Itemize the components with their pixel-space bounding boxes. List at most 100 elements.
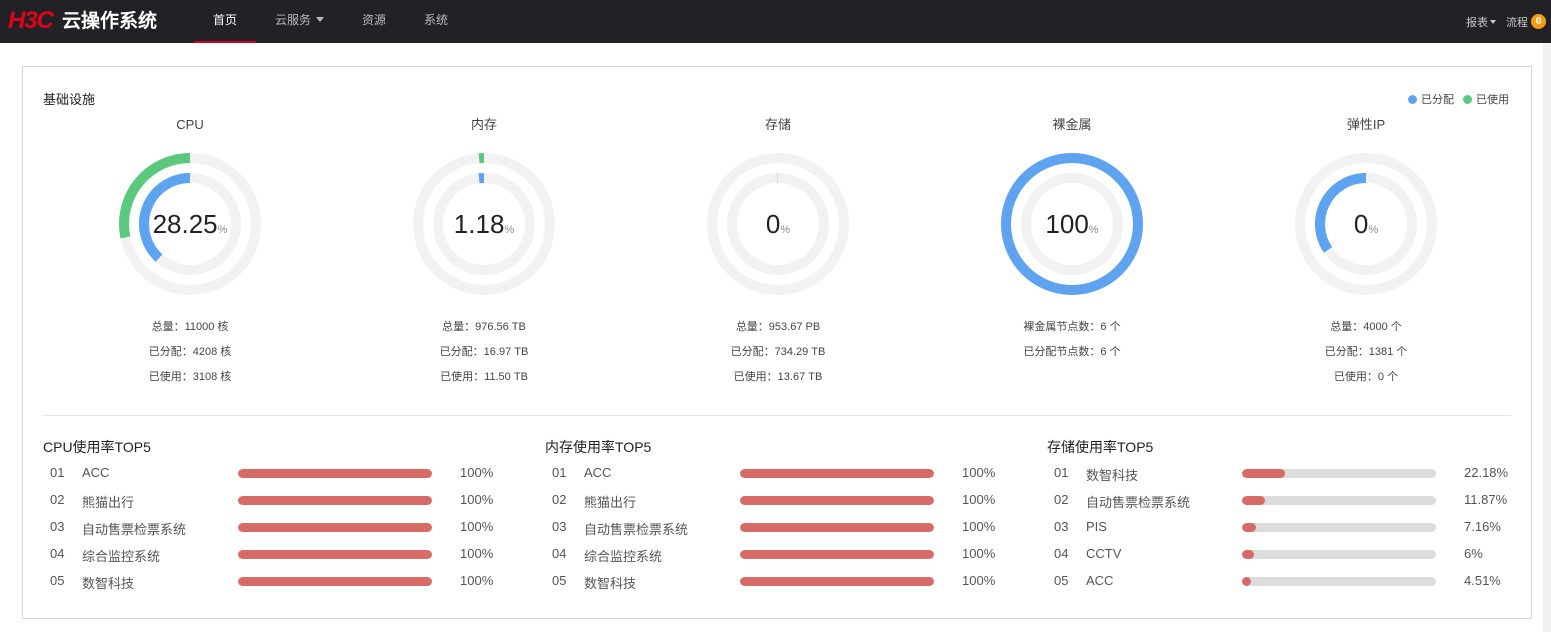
row-rank: 04	[1054, 546, 1069, 561]
row-name: 自动售票检票系统	[82, 522, 187, 537]
row-rank: 02	[1054, 492, 1069, 507]
usage-bar-track	[740, 550, 934, 559]
gauge-title: 裸金属	[1052, 117, 1092, 132]
gauge-stat-line: 总量：953.67 PB	[735, 321, 821, 333]
reports-label: 报表	[1466, 16, 1488, 29]
gauge-unit: %	[1089, 224, 1099, 236]
row-percent: 100%	[460, 465, 494, 480]
gauge-card: 内存 1.18% 总量：976.56 TB 已分配：16.97 TB 已使用：11.50…	[364, 115, 604, 390]
row-percent: 100%	[460, 519, 494, 534]
usage-bar-fill	[238, 550, 432, 559]
top5-list: 存储使用率TOP5 01 数智科技 22.18% 02 自动售票检票系统 11.87% 03 P…	[1047, 437, 1517, 592]
top5-row[interactable]: 01 ACC 100%	[43, 457, 513, 484]
usage-bar-fill	[740, 550, 934, 559]
row-name: 数智科技	[584, 576, 637, 591]
gauge-percent: 1.18%	[454, 209, 515, 239]
top5-row[interactable]: 05 数智科技 100%	[545, 565, 1015, 592]
caret-down-icon	[1490, 19, 1496, 24]
gauge-unit: %	[780, 224, 790, 236]
gauge-stat-line: 已使用：13.67 TB	[733, 371, 823, 383]
row-rank: 02	[50, 492, 65, 507]
caret-down-icon	[316, 17, 325, 22]
top5-row[interactable]: 03 PIS 7.16%	[1047, 511, 1517, 538]
top5-row[interactable]: 03 自动售票检票系统 100%	[545, 511, 1015, 538]
usage-bar-track	[238, 523, 432, 532]
usage-bar-fill	[238, 496, 432, 505]
nav-cloud-services[interactable]: 云服务	[256, 0, 343, 43]
legend-used: 已使用	[1463, 91, 1509, 107]
gauge-card: CPU 28.25% 总量：11000 核已分配：4208 核已使用：3108 核	[70, 115, 310, 390]
row-rank: 04	[552, 546, 567, 561]
top5-row[interactable]: 01 ACC 100%	[545, 457, 1015, 484]
row-rank: 01	[50, 465, 65, 480]
gauge-percent: 28.25%	[153, 209, 228, 239]
usage-bar-fill	[238, 577, 432, 586]
gauge-percent: 0%	[766, 209, 790, 239]
top5-row[interactable]: 02 熊猫出行 100%	[43, 484, 513, 511]
row-name: 熊猫出行	[584, 495, 637, 510]
donut-gauge: 0%	[707, 153, 849, 295]
usage-bar-track	[238, 469, 432, 478]
gauge-stat-line: 已分配：16.97 TB	[439, 346, 529, 358]
row-name: 自动售票检票系统	[1086, 495, 1191, 510]
donut-gauge: 100%	[1001, 153, 1143, 295]
gauge-value: 1.18	[454, 209, 505, 239]
gauge-stat-line: 已分配节点数：6 个	[1023, 346, 1121, 358]
donut-gauge: 1.18%	[413, 153, 555, 295]
nav-system[interactable]: 系统	[405, 0, 467, 43]
usage-bar-track	[1242, 550, 1436, 559]
top5-list: CPU使用率TOP5 01 ACC 100% 02 熊猫出行 100% 03 自动售票检票系统 1…	[43, 437, 513, 592]
row-rank: 05	[552, 573, 567, 588]
h3c-logo[interactable]: H3C 云操作系统	[8, 9, 157, 33]
page-scrollbar[interactable]	[1543, 43, 1551, 632]
row-name: 综合监控系统	[584, 549, 663, 564]
used-dot-icon	[1463, 94, 1472, 104]
usage-bar-fill	[740, 577, 934, 586]
gauge-stat-line: 总量：4000 个	[1330, 321, 1402, 333]
gauge-percent: 100%	[1045, 209, 1098, 239]
top5-row[interactable]: 05 ACC 4.51%	[1047, 565, 1517, 592]
legend-allocated: 已分配	[1408, 91, 1454, 107]
gauge-title: 存储	[764, 117, 791, 132]
row-percent: 100%	[962, 519, 996, 534]
workflow-menu[interactable]: 流程 0	[1506, 14, 1546, 30]
gauge-title: CPU	[176, 117, 204, 132]
gauge-stat-line: 已使用：0 个	[1333, 371, 1399, 383]
row-name: 数智科技	[82, 576, 135, 591]
gauge-row: CPU 28.25% 总量：11000 核已分配：4208 核已使用：3108 核 内…	[23, 115, 1533, 385]
top5-row[interactable]: 01 数智科技 22.18%	[1047, 457, 1517, 484]
top5-row[interactable]: 03 自动售票检票系统 100%	[43, 511, 513, 538]
row-percent: 100%	[460, 573, 494, 588]
gauge-unit: %	[1368, 224, 1378, 236]
row-name: ACC	[82, 465, 110, 480]
gauge-stat-line: 总量：11000 核	[151, 321, 229, 333]
gauge-stat-line: 裸金属节点数：6 个	[1023, 321, 1121, 333]
usage-bar-fill	[238, 523, 432, 532]
top5-row[interactable]: 02 自动售票检票系统 11.87%	[1047, 484, 1517, 511]
top5-row[interactable]: 05 数智科技 100%	[43, 565, 513, 592]
logo-text: 云操作系统	[62, 10, 158, 32]
gauge-stats: 总量：976.56 TB 已分配：16.97 TB 已使用：11.50 TB	[364, 315, 604, 390]
row-percent: 100%	[962, 546, 996, 561]
usage-bar-track	[740, 496, 934, 505]
reports-menu[interactable]: 报表	[1466, 14, 1496, 30]
top5-row[interactable]: 02 熊猫出行 100%	[545, 484, 1015, 511]
top5-row[interactable]: 04 综合监控系统 100%	[545, 538, 1015, 565]
gauge-unit: %	[504, 224, 514, 236]
nav-resources[interactable]: 资源	[343, 0, 405, 43]
usage-bar-track	[1242, 496, 1436, 505]
row-percent: 100%	[962, 465, 996, 480]
usage-bar-fill	[740, 523, 934, 532]
usage-bar-track	[1242, 523, 1436, 532]
donut-gauge: 28.25%	[119, 153, 261, 295]
usage-bar-track	[238, 550, 432, 559]
row-rank: 03	[552, 519, 567, 534]
top5-row[interactable]: 04 CCTV 6%	[1047, 538, 1517, 565]
top5-row[interactable]: 04 综合监控系统 100%	[43, 538, 513, 565]
row-percent: 22.18%	[1464, 465, 1509, 480]
row-rank: 01	[1054, 465, 1069, 480]
nav-home[interactable]: 首页	[194, 0, 257, 43]
gauge-unit: %	[218, 224, 228, 236]
nav-resources-label: 资源	[362, 13, 387, 27]
row-name: 熊猫出行	[82, 495, 135, 510]
